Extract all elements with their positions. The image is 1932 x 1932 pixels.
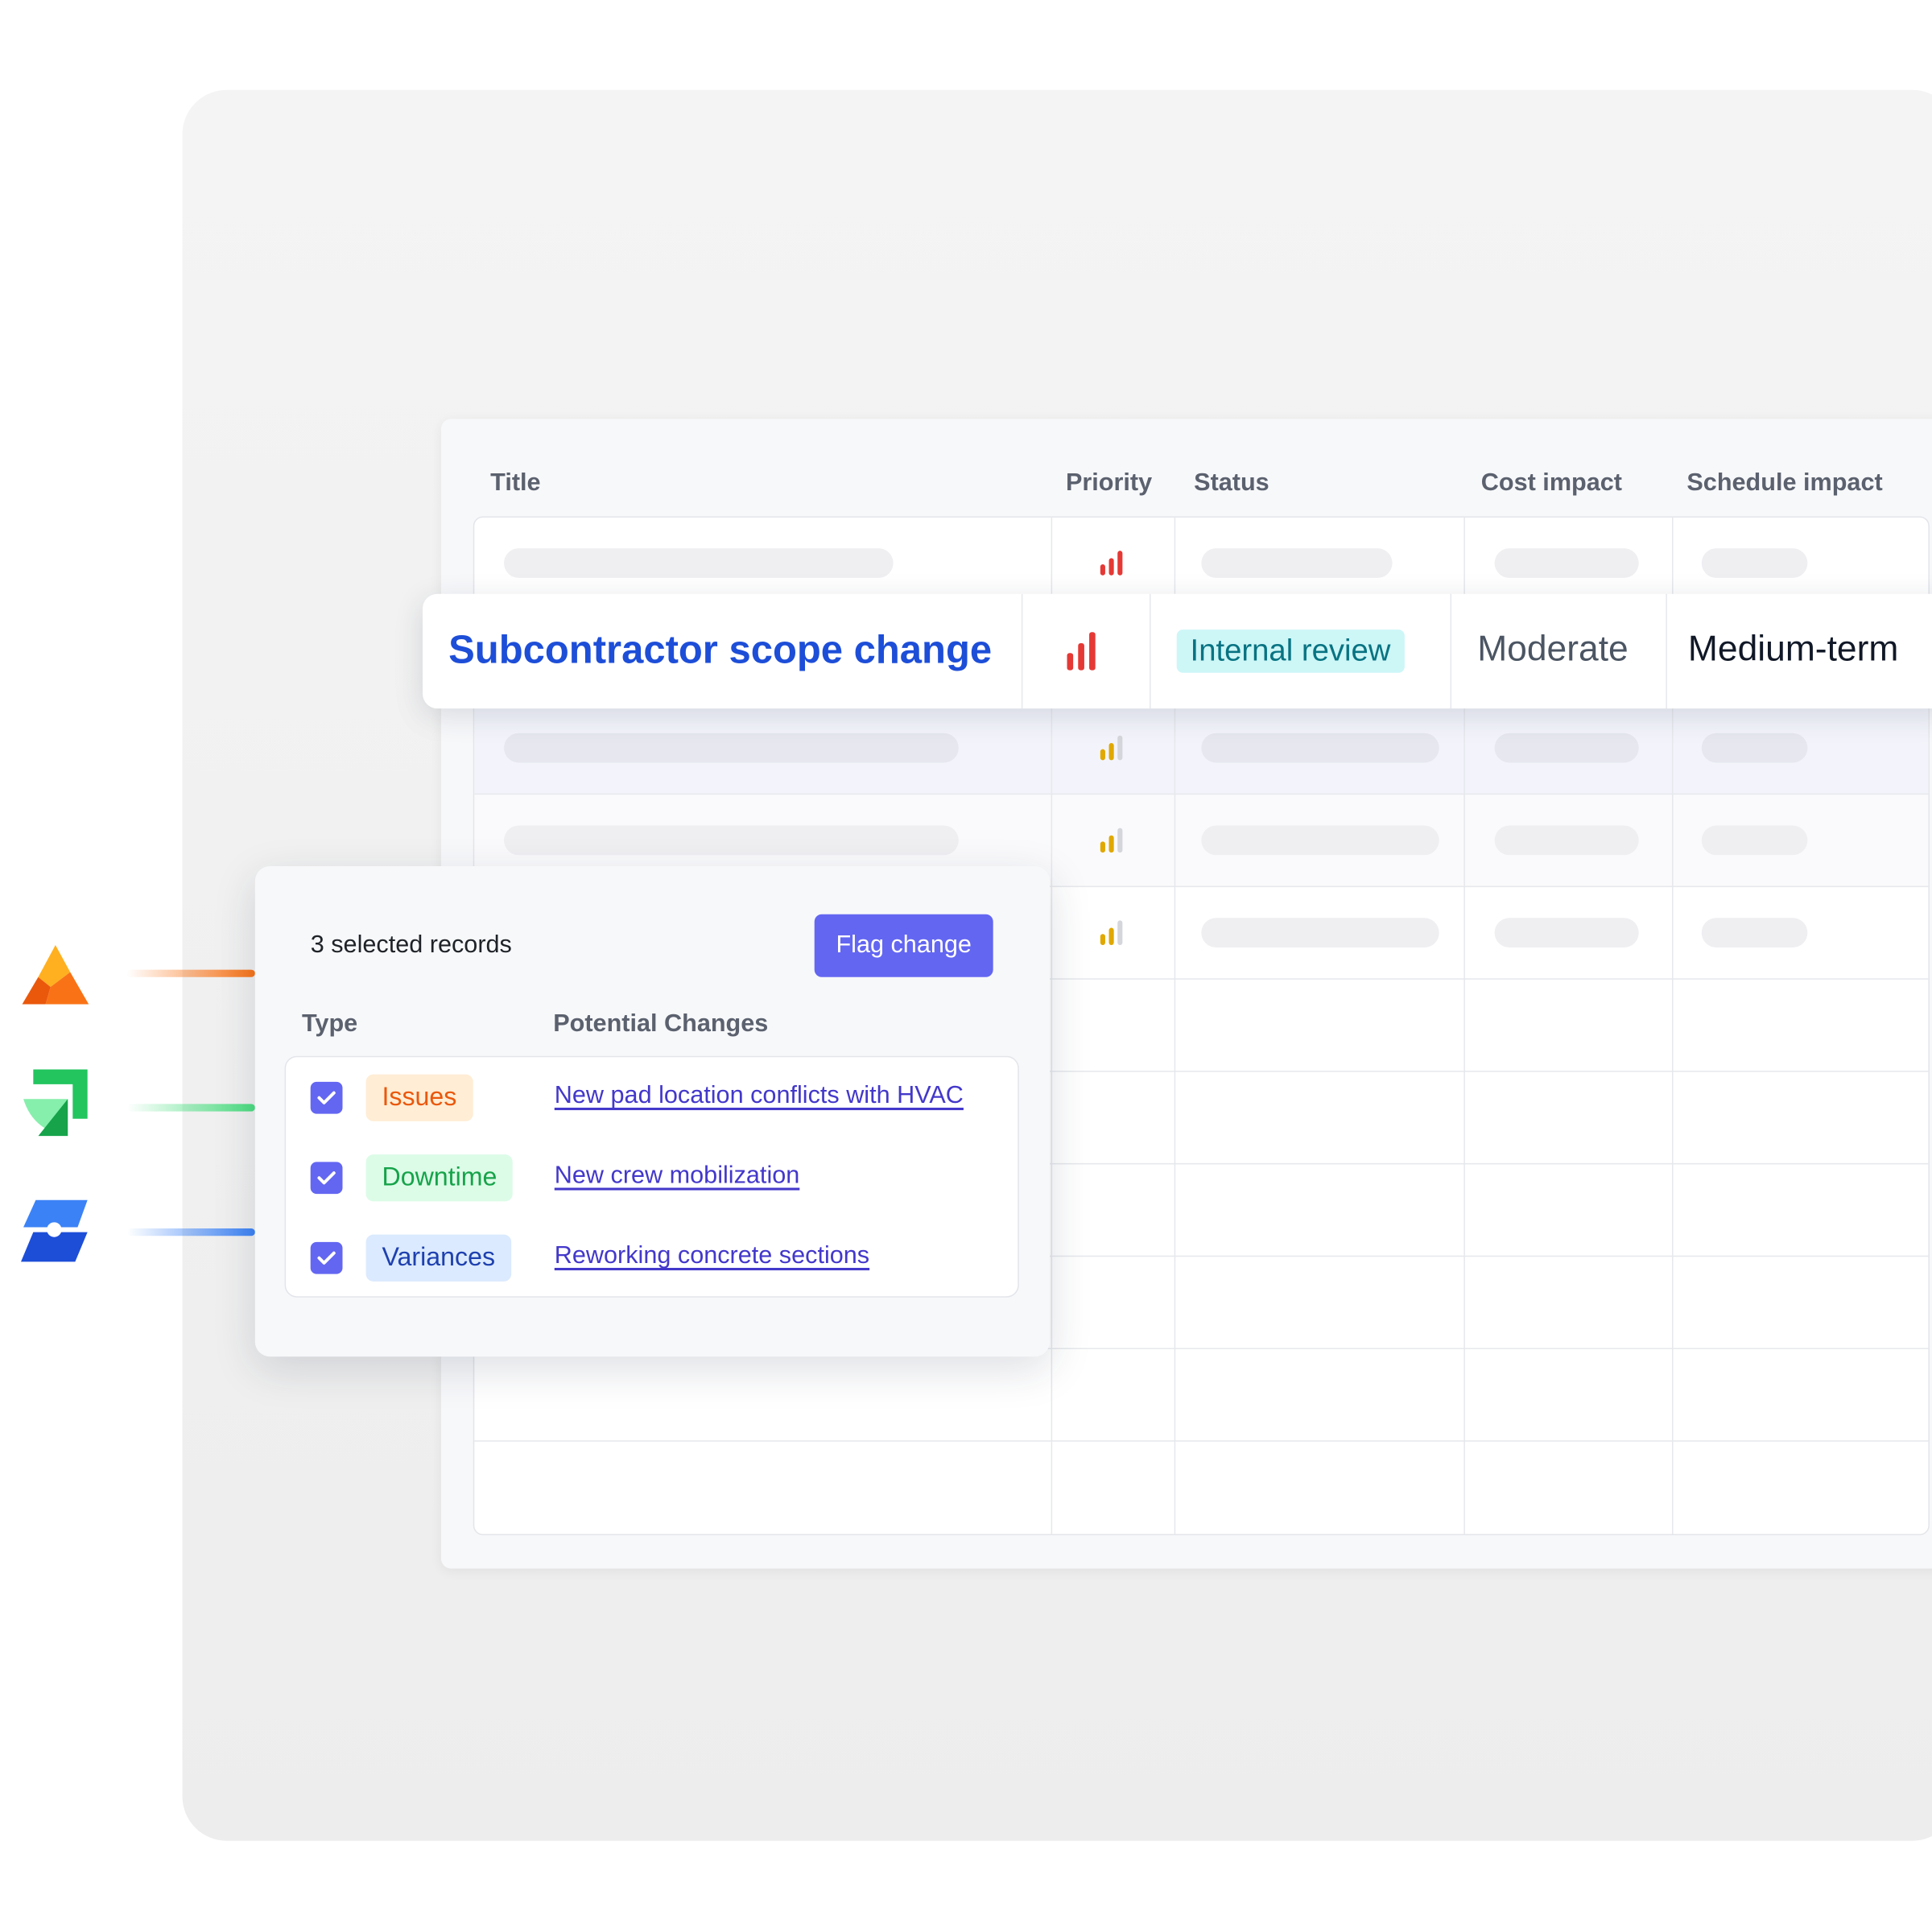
cost-placeholder: [1494, 733, 1639, 763]
highlighted-record-row[interactable]: Subcontractor scope change Internal revi…: [422, 593, 1932, 709]
list-item[interactable]: Variances Reworking concrete sections: [286, 1227, 1018, 1289]
potential-changes-list: Issues New pad location conflicts with H…: [284, 1055, 1019, 1298]
priority-high-icon: [1100, 551, 1123, 576]
column-divider: [1666, 593, 1667, 709]
cost-impact-value: Moderate: [1477, 630, 1629, 670]
status-placeholder: [1201, 825, 1439, 856]
column-header-status[interactable]: Status: [1194, 469, 1269, 497]
change-link[interactable]: New crew mobilization: [555, 1162, 800, 1190]
cost-placeholder: [1494, 548, 1639, 578]
cost-placeholder: [1494, 918, 1639, 948]
status-placeholder: [1201, 918, 1439, 948]
change-link[interactable]: Reworking concrete sections: [555, 1242, 869, 1270]
priority-high-icon: [1067, 632, 1096, 671]
status-placeholder: [1201, 733, 1439, 763]
type-tag-downtime: Downtime: [365, 1154, 514, 1202]
change-link[interactable]: New pad location conflicts with HVAC: [555, 1082, 964, 1110]
schedule-placeholder: [1701, 733, 1808, 763]
blue-connector-line: [126, 1228, 255, 1236]
checkbox-checked-icon[interactable]: [310, 1241, 343, 1274]
column-header-cost-impact[interactable]: Cost impact: [1481, 469, 1622, 497]
list-item[interactable]: Downtime New crew mobilization: [286, 1147, 1018, 1209]
table-row[interactable]: [474, 702, 1929, 795]
orange-connector-line: [126, 969, 255, 977]
column-divider: [1450, 593, 1452, 709]
type-tag-variances: Variances: [365, 1234, 511, 1282]
schedule-impact-value: Medium-term: [1687, 630, 1899, 670]
schedule-placeholder: [1701, 918, 1808, 948]
column-header-schedule-impact[interactable]: Schedule impact: [1686, 469, 1882, 497]
title-placeholder: [504, 548, 894, 578]
green-connector-line: [126, 1104, 255, 1112]
record-title[interactable]: Subcontractor scope change: [448, 627, 992, 673]
title-placeholder: [504, 733, 959, 763]
priority-medium-icon: [1100, 735, 1123, 761]
type-tag-issues: Issues: [365, 1074, 473, 1121]
checkbox-checked-icon[interactable]: [310, 1162, 343, 1195]
status-badge: Internal review: [1176, 630, 1405, 673]
schedule-placeholder: [1701, 825, 1808, 856]
cost-placeholder: [1494, 825, 1639, 856]
selected-records-count: 3 selected records: [310, 931, 512, 959]
table-row[interactable]: [474, 1349, 1929, 1442]
blue-app-logo-icon: [21, 1199, 88, 1262]
flag-change-button[interactable]: Flag change: [814, 914, 993, 977]
stage: Title Priority Status Cost impact Schedu…: [0, 0, 1932, 1932]
priority-medium-icon: [1100, 920, 1123, 945]
priority-medium-icon: [1100, 828, 1123, 853]
column-header-title[interactable]: Title: [490, 469, 540, 497]
column-divider: [1150, 593, 1151, 709]
column-divider: [1021, 593, 1023, 709]
status-placeholder: [1201, 548, 1393, 578]
selected-records-panel: 3 selected records Flag change Type Pote…: [254, 866, 1051, 1357]
orange-app-logo-icon: [22, 944, 89, 1005]
green-app-logo-icon: [23, 1069, 88, 1137]
title-placeholder: [504, 825, 959, 856]
list-item[interactable]: Issues New pad location conflicts with H…: [286, 1067, 1018, 1129]
checkbox-checked-icon[interactable]: [310, 1081, 343, 1114]
type-column-header: Type: [301, 1010, 358, 1038]
potential-changes-column-header: Potential Changes: [553, 1010, 769, 1038]
table-row[interactable]: [474, 1442, 1928, 1534]
column-header-priority[interactable]: Priority: [1066, 469, 1152, 497]
schedule-placeholder: [1701, 548, 1808, 578]
